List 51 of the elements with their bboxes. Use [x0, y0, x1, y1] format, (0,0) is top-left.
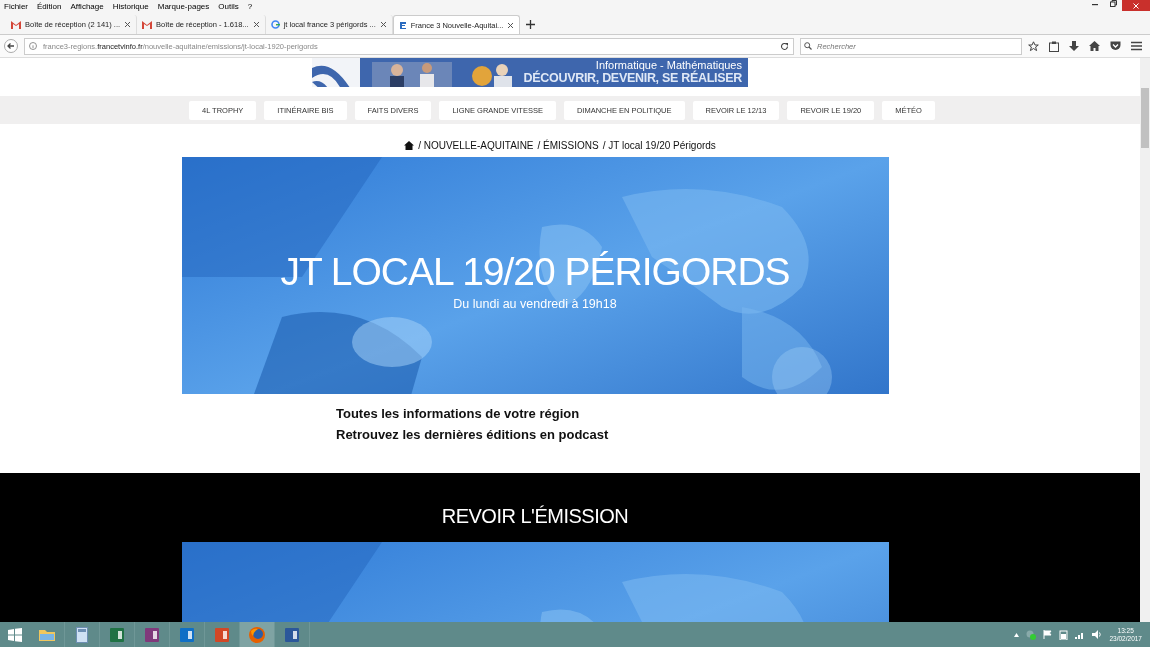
breadcrumb-link[interactable]: / ÉMISSIONS: [537, 140, 599, 152]
breadcrumb-link[interactable]: / JT local 19/20 Périgords: [602, 140, 716, 152]
close-window-button[interactable]: [1122, 0, 1150, 11]
banner-slogan: DÉCOUVRIR, DEVENIR, SE RÉALISER: [523, 71, 742, 85]
flag-icon: [1043, 630, 1053, 639]
menu-item[interactable]: Fichier: [4, 0, 28, 12]
close-icon[interactable]: [252, 21, 260, 28]
home-icon[interactable]: [404, 141, 415, 151]
menu-item[interactable]: Outils: [218, 0, 239, 12]
star-icon[interactable]: [1028, 40, 1039, 52]
menu-item[interactable]: Affichage: [70, 0, 104, 12]
close-icon: [1133, 2, 1139, 9]
home-icon[interactable]: [1089, 41, 1100, 51]
intro-text: Retrouvez les dernières éditions en podcast: [336, 427, 610, 442]
close-icon[interactable]: [124, 21, 132, 28]
menu-item[interactable]: Historique: [112, 0, 149, 12]
windows-icon[interactable]: [8, 627, 22, 642]
section-heading: REVOIR L'ÉMISSION: [441, 505, 629, 528]
close-icon[interactable]: [379, 21, 387, 28]
calculator-icon: [76, 626, 88, 643]
mail-icon: [142, 20, 153, 29]
menu-item[interactable]: Édition: [37, 0, 62, 12]
reload-icon[interactable]: [780, 41, 789, 51]
sync-icon: [1026, 629, 1037, 640]
scrollbar[interactable]: [1140, 58, 1150, 622]
hero-title: JT LOCAL 19/20 PÉRIGORDS: [280, 250, 790, 294]
clipboard-icon[interactable]: [1049, 40, 1059, 52]
info-icon: [29, 42, 37, 50]
search-icon: [804, 41, 812, 50]
plus-icon[interactable]: [526, 20, 536, 29]
menu-icon[interactable]: [1131, 41, 1142, 51]
mail-icon: [11, 20, 21, 29]
caret-icon: [1014, 632, 1020, 637]
speaker-icon: [1092, 630, 1103, 639]
restore-icon[interactable]: [1109, 0, 1117, 7]
site-icon: [398, 20, 407, 30]
battery-icon: [1059, 629, 1069, 640]
g-icon: [270, 20, 280, 29]
menu-item[interactable]: ?: [247, 0, 253, 12]
hero-subtitle: Du lundi au vendredi à 19h18: [453, 297, 617, 311]
ad-banner[interactable]: Informatique - Mathématiques DÉCOUVRIR, DEVENIR, SE RÉALISER: [312, 58, 748, 87]
signal-icon: [1075, 630, 1086, 639]
close-icon[interactable]: [507, 21, 515, 29]
banner-subtitle: Informatique - Mathématiques: [595, 59, 742, 71]
menu-item[interactable]: Marque-pages: [157, 0, 210, 12]
breadcrumb-link[interactable]: / NOUVELLE-AQUITAINE: [418, 140, 534, 152]
intro-text: Toutes les informations de votre région: [336, 406, 581, 421]
folder-icon: [38, 627, 56, 642]
pocket-icon[interactable]: [1110, 41, 1121, 51]
download-icon[interactable]: [1069, 40, 1079, 52]
back-icon[interactable]: [4, 39, 18, 53]
